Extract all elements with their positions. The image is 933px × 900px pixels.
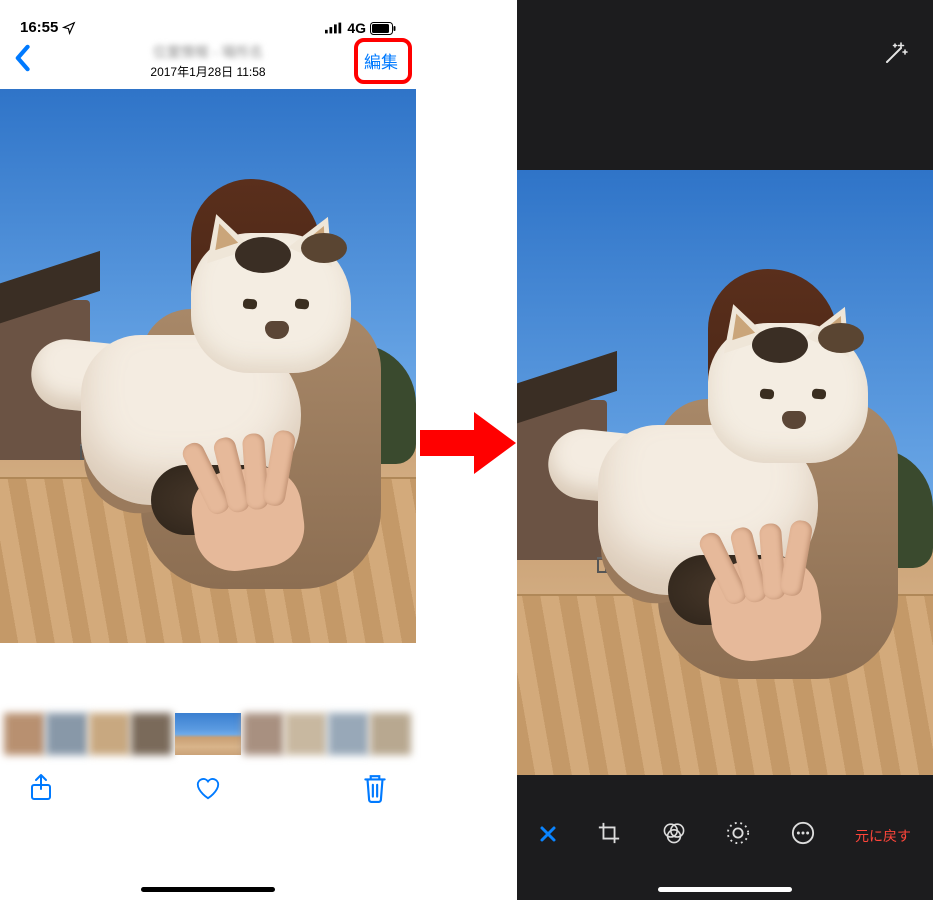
more-button[interactable] (791, 821, 815, 850)
status-bar: 16:55 4G (0, 0, 416, 36)
back-button[interactable] (12, 44, 32, 77)
trash-icon (362, 773, 388, 803)
ellipsis-circle-icon (791, 821, 815, 845)
revert-button[interactable]: 元に戻す (855, 826, 911, 846)
battery-icon (370, 22, 396, 35)
favorite-button[interactable] (195, 773, 221, 808)
chevron-left-icon (12, 44, 32, 72)
heart-icon (195, 773, 221, 803)
arrow-annotation (418, 408, 518, 478)
nav-bar: 位置情報 - 場所名 2017年1月28日 11:58 編集 (0, 36, 416, 89)
crop-button[interactable] (597, 821, 621, 850)
edit-button[interactable]: 編集 (358, 44, 404, 77)
delete-button[interactable] (362, 773, 388, 808)
bottom-toolbar (0, 755, 416, 808)
home-indicator[interactable] (658, 887, 792, 892)
filters-icon (662, 821, 686, 845)
magic-wand-icon (881, 40, 909, 68)
adjust-button[interactable] (726, 821, 750, 850)
adjust-light-icon (726, 821, 750, 845)
thumbnail-current[interactable] (173, 713, 243, 755)
crop-rotate-icon (597, 821, 621, 845)
share-icon (28, 773, 54, 803)
editor-toolbar: 元に戻す (517, 821, 933, 850)
close-icon (539, 825, 557, 843)
nav-title: 位置情報 - 場所名 2017年1月28日 11:58 (150, 42, 265, 80)
main-photo[interactable] (0, 89, 416, 643)
location-arrow-icon (62, 21, 76, 35)
cancel-button[interactable] (539, 823, 557, 849)
auto-enhance-button[interactable] (881, 40, 909, 100)
editor-top-bar (517, 0, 933, 100)
share-button[interactable] (28, 773, 54, 808)
cellular-signal-icon (325, 22, 343, 34)
filters-button[interactable] (662, 821, 686, 850)
status-time: 16:55 (20, 19, 58, 36)
photo-editor-screen: 元に戻す (517, 0, 933, 900)
editor-photo-canvas[interactable] (517, 170, 933, 775)
nav-timestamp: 2017年1月28日 11:58 (150, 63, 265, 80)
nav-location-label: 位置情報 - 場所名 (150, 42, 265, 62)
status-network: 4G (347, 20, 366, 36)
home-indicator[interactable] (141, 887, 275, 892)
photos-viewer-screen: 16:55 4G 位置情報 - 場所名 2017年1月28日 11:58 (0, 0, 416, 900)
thumbnail-strip[interactable] (0, 713, 416, 755)
